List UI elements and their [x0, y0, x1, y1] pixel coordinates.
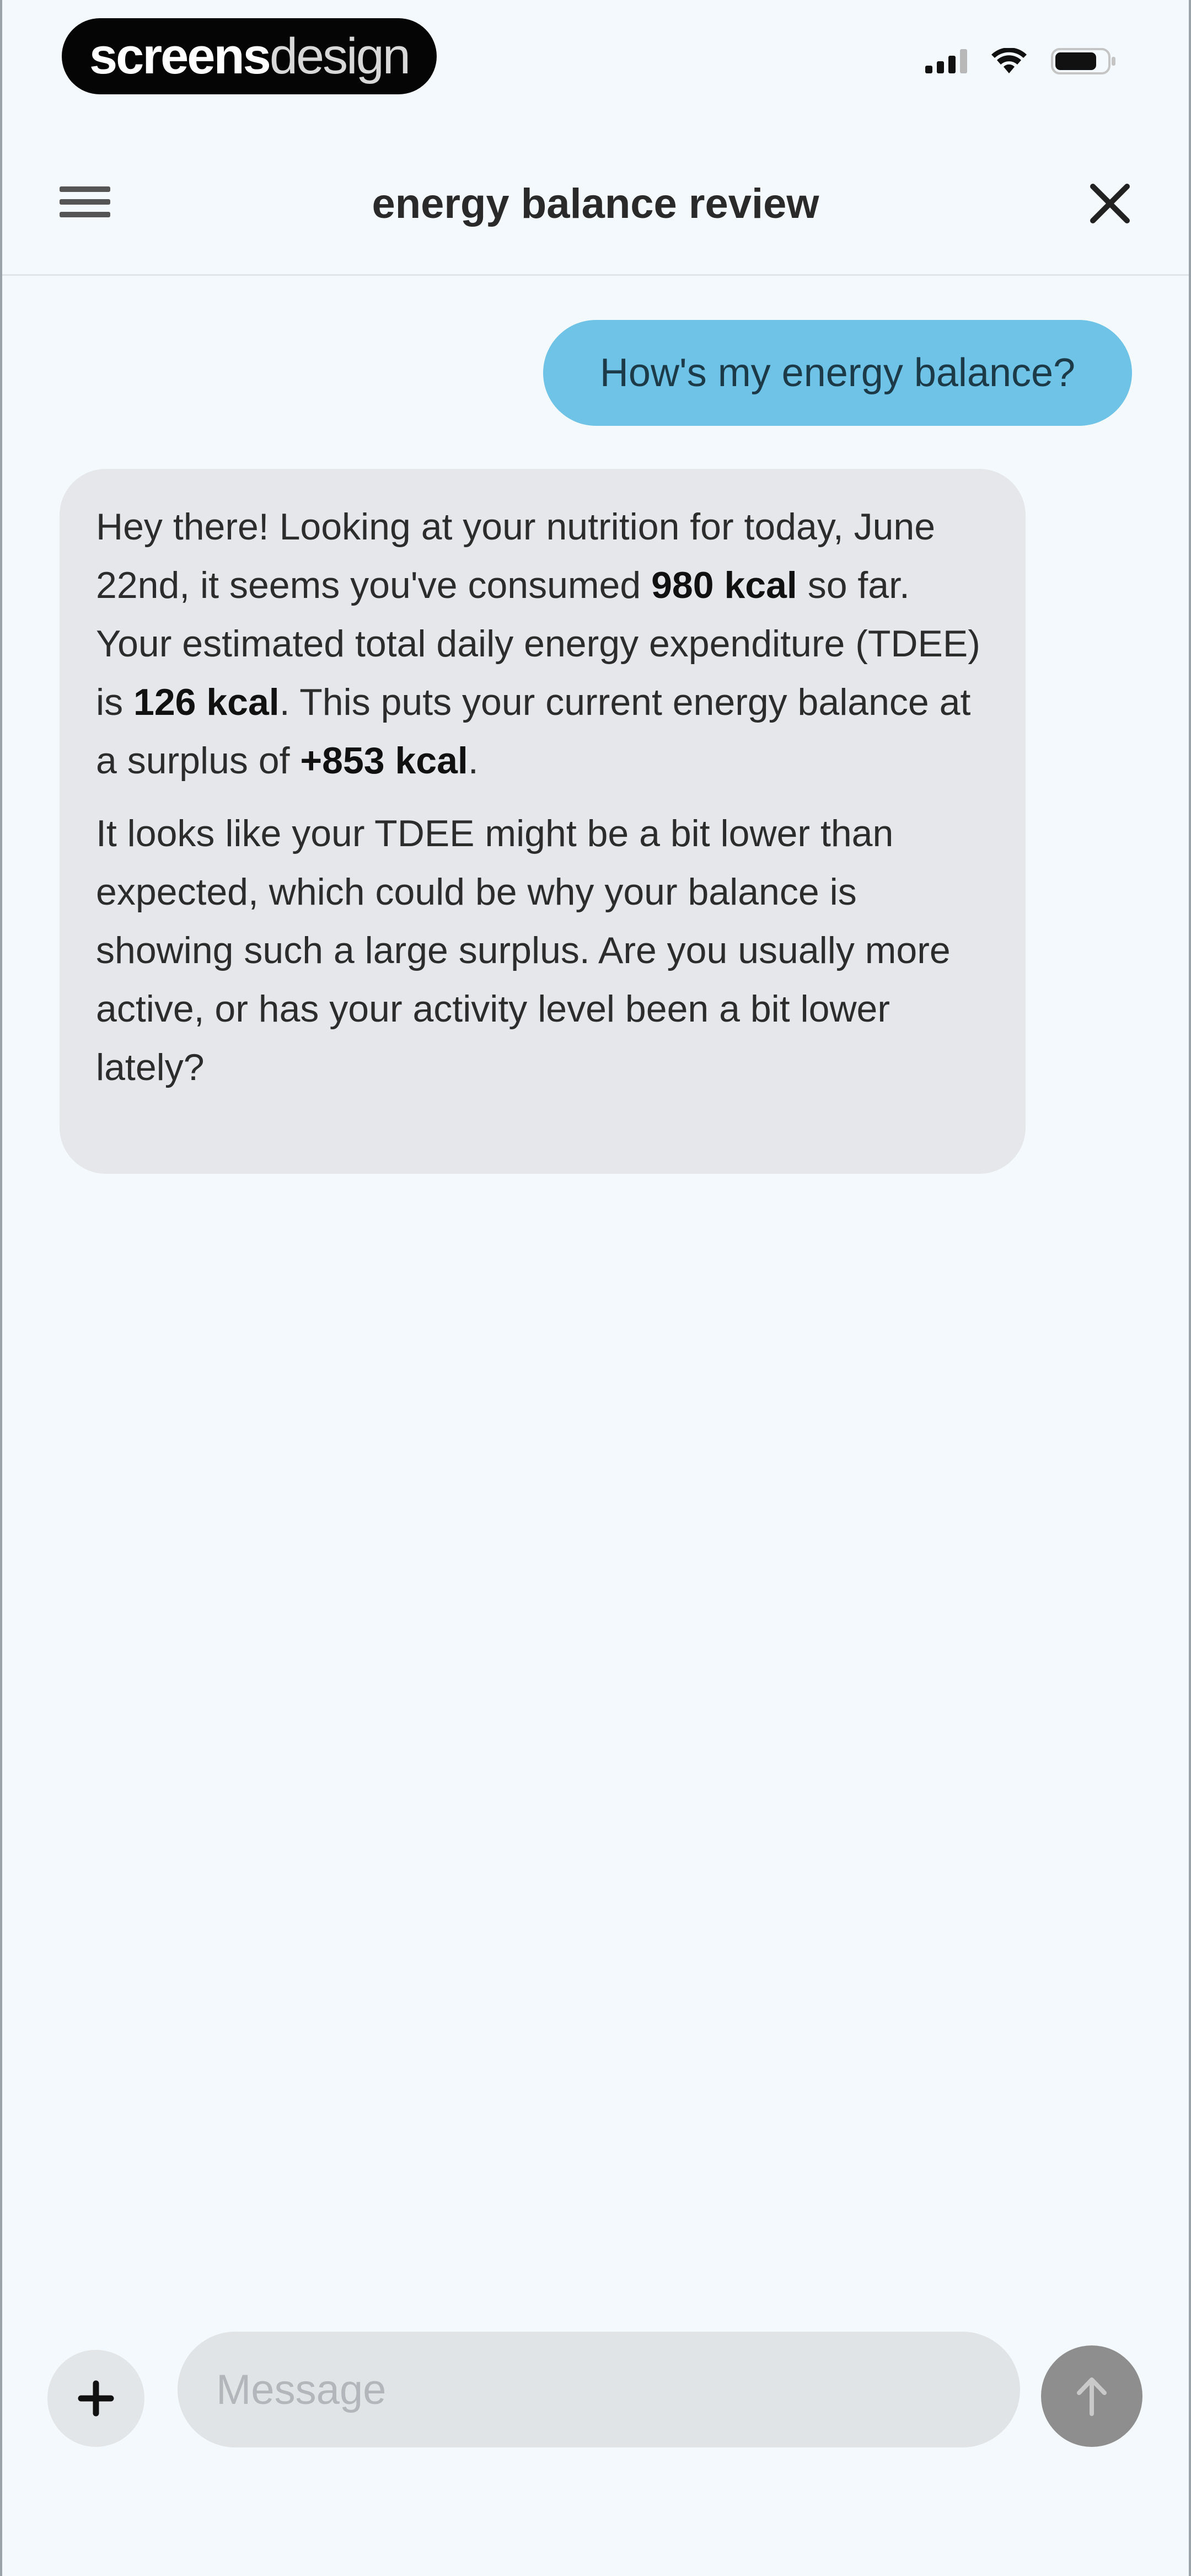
- user-message-bubble: How's my energy balance?: [543, 320, 1132, 426]
- send-button[interactable]: [1041, 2345, 1142, 2447]
- wifi-icon: [991, 48, 1027, 73]
- page-title: energy balance review: [372, 180, 819, 227]
- tdee-kcal: 126 kcal: [133, 681, 280, 723]
- consumed-kcal: 980 kcal: [651, 564, 797, 606]
- add-attachment-button[interactable]: [47, 2350, 144, 2447]
- assistant-paragraph-2: It looks like your TDEE might be a bit l…: [96, 813, 951, 1088]
- arrow-up-icon: [1077, 2377, 1107, 2416]
- brand-logo-light: design: [269, 28, 411, 84]
- cellular-signal-icon: [925, 49, 967, 73]
- app-header: energy balance review: [2, 127, 1189, 276]
- message-composer: [2, 2320, 1189, 2463]
- app-screen: screens design energy balance review How…: [0, 0, 1191, 2576]
- assistant-paragraph-1: Hey there! Looking at your nutrition for…: [96, 498, 989, 790]
- brand-logo-bold: screens: [89, 28, 271, 84]
- brand-logo: screens design: [62, 18, 437, 94]
- close-icon[interactable]: [1086, 180, 1134, 227]
- plus-icon: [78, 2380, 114, 2417]
- status-bar: screens design: [2, 0, 1189, 127]
- message-input[interactable]: [178, 2332, 1020, 2447]
- status-icons: [925, 47, 1117, 76]
- surplus-kcal: +853 kcal: [300, 740, 468, 782]
- assistant-text: .: [468, 740, 479, 782]
- battery-icon: [1051, 48, 1115, 74]
- user-message-text: How's my energy balance?: [599, 351, 1076, 395]
- assistant-message-bubble: Hey there! Looking at your nutrition for…: [60, 469, 1026, 1174]
